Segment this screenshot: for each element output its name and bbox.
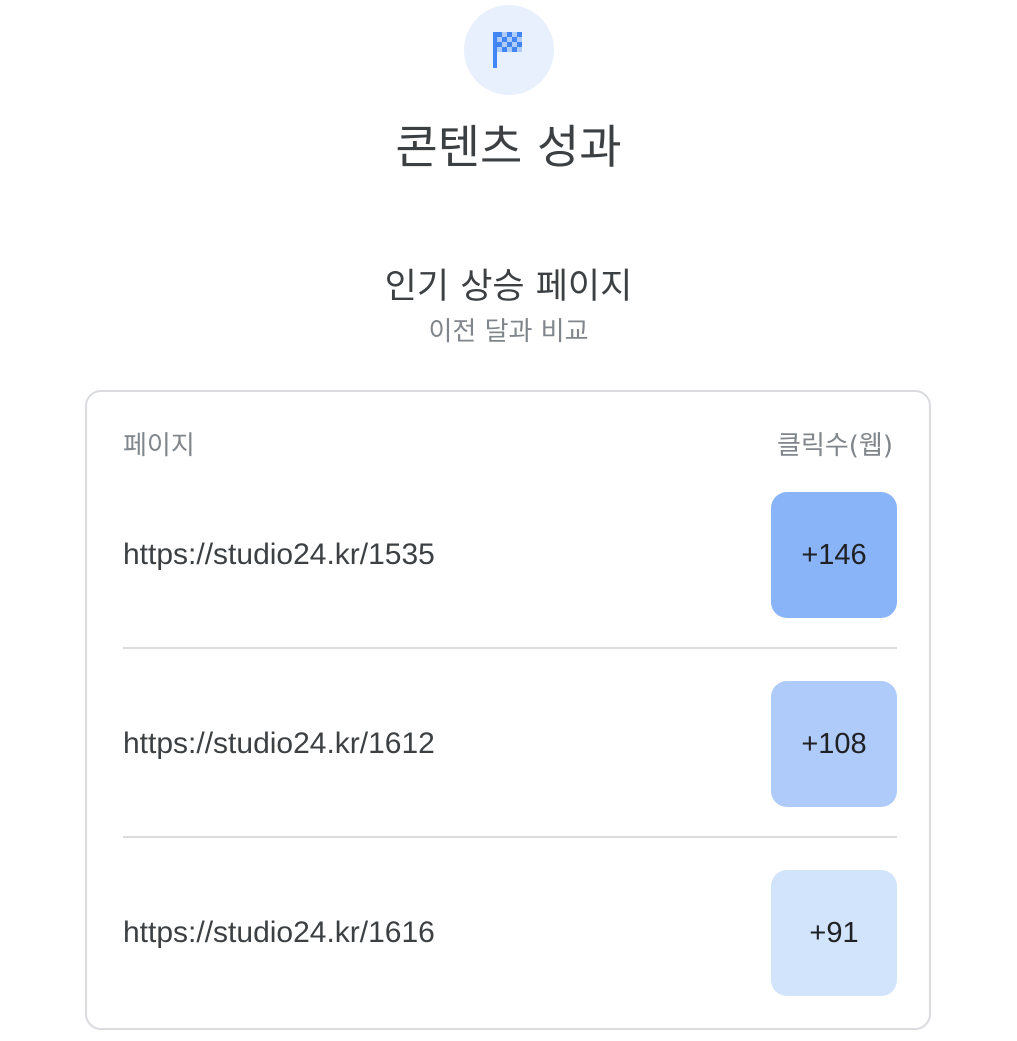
page-url[interactable]: https://studio24.kr/1535 xyxy=(123,492,435,618)
clicks-change-badge: +146 xyxy=(771,492,897,618)
table-row: https://studio24.kr/1616 +91 xyxy=(123,870,897,996)
section-subtitle: 이전 달과 비교 xyxy=(428,317,589,347)
checkered-flag-icon xyxy=(493,32,522,68)
column-header-clicks: 클릭수(웹) xyxy=(777,431,893,461)
clicks-change-badge: +108 xyxy=(771,681,897,807)
page-url[interactable]: https://studio24.kr/1612 xyxy=(123,681,435,807)
page-url[interactable]: https://studio24.kr/1616 xyxy=(123,870,435,996)
column-header-page: 페이지 xyxy=(123,431,195,461)
section-title: 인기 상승 페이지 xyxy=(384,267,633,307)
flag-badge xyxy=(464,5,554,95)
trending-pages-card: 페이지 클릭수(웹) https://studio24.kr/1535 +146… xyxy=(85,390,931,1030)
page-title: 콘텐츠 성과 xyxy=(395,120,622,174)
clicks-change-badge: +91 xyxy=(771,870,897,996)
row-divider xyxy=(123,647,897,649)
table-row: https://studio24.kr/1535 +146 xyxy=(123,492,897,618)
row-divider xyxy=(123,836,897,838)
table-row: https://studio24.kr/1612 +108 xyxy=(123,681,897,807)
